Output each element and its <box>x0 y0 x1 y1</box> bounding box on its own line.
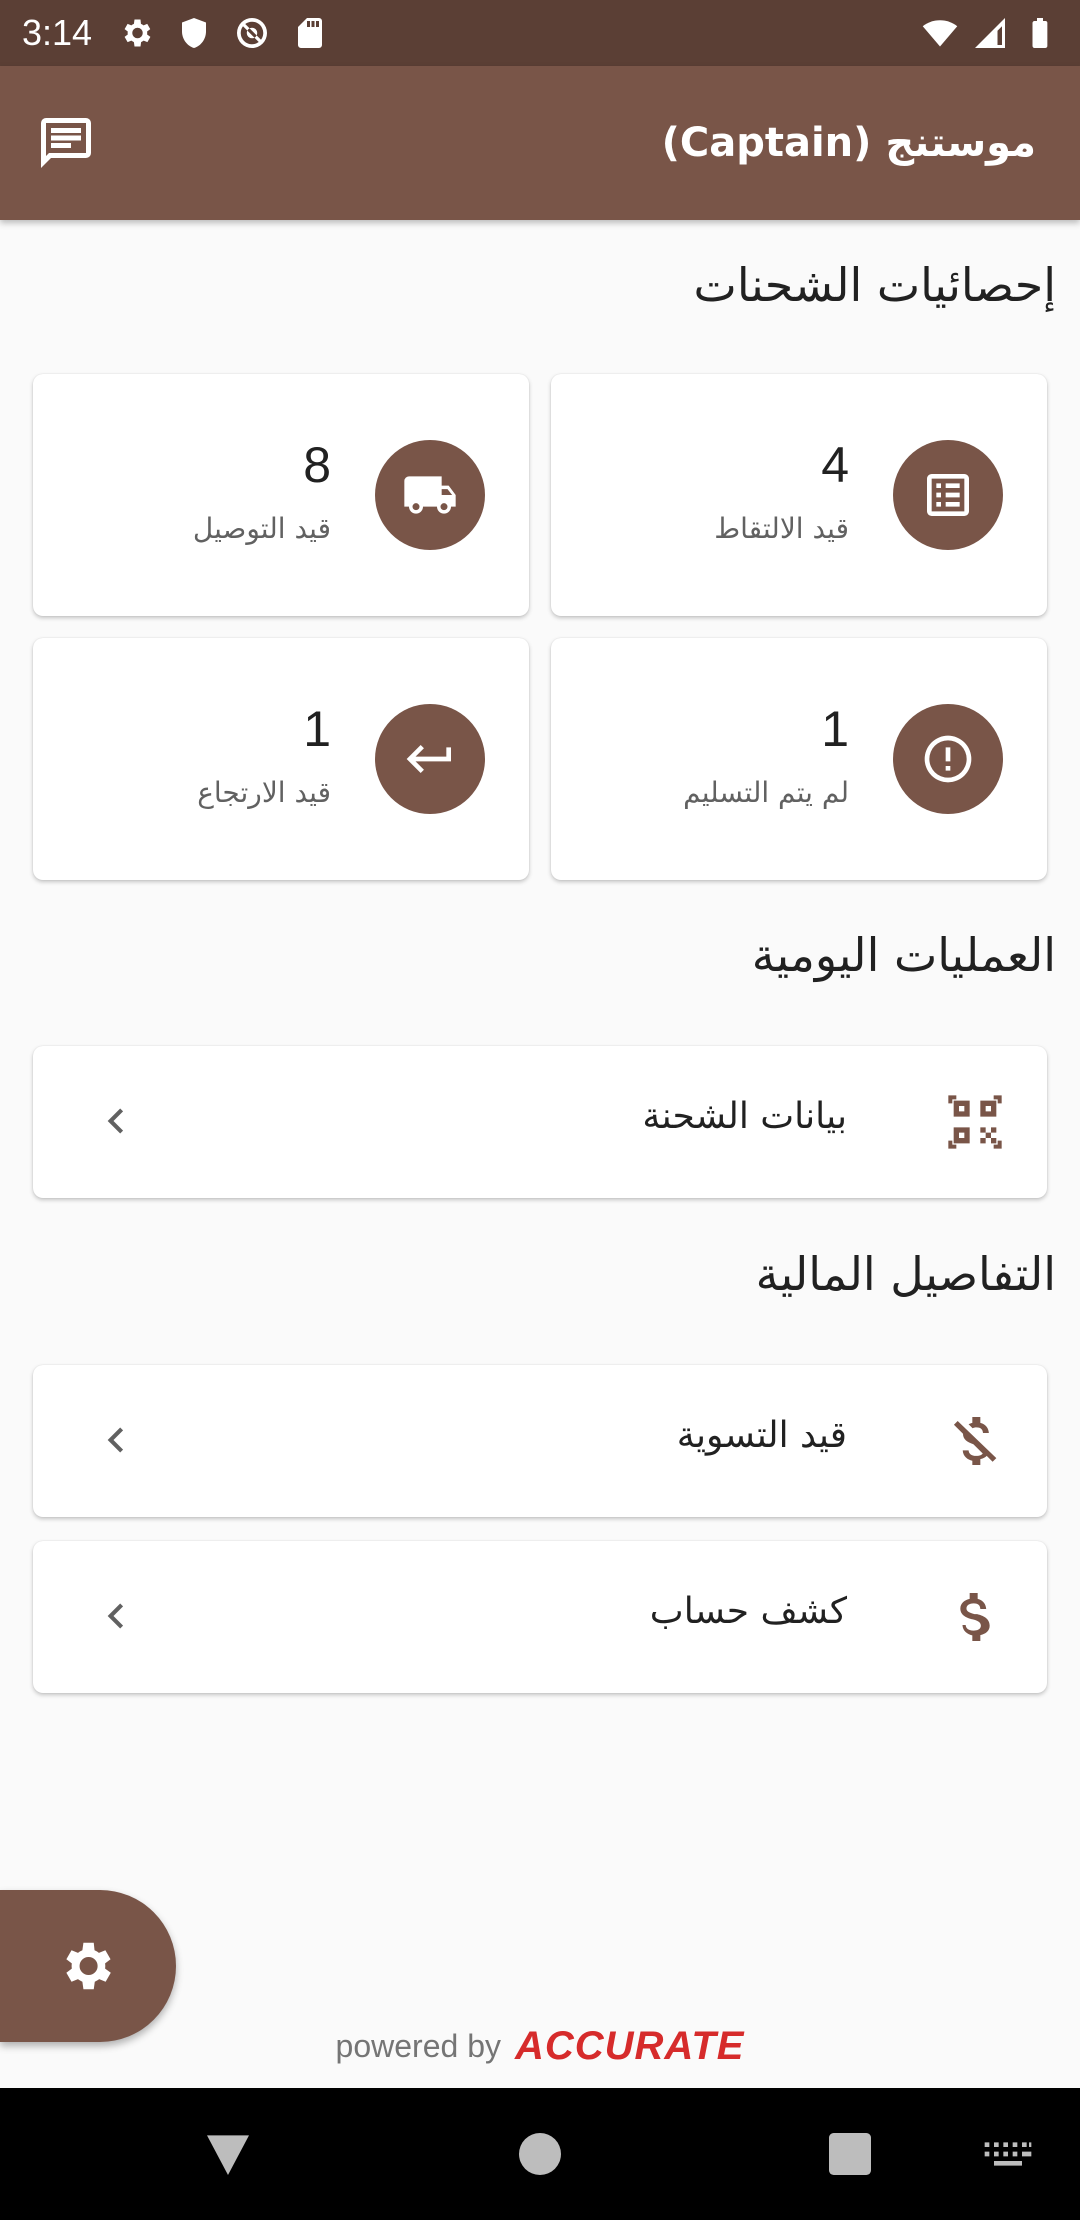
settings-button[interactable] <box>0 1890 176 2042</box>
app-bar: موستنج (Captain) <box>0 66 1080 220</box>
stat-label: قيد الارتجاع <box>197 776 331 809</box>
financial-details-title: التفاصيل المالية <box>755 1247 1056 1301</box>
stat-card-pickup[interactable]: 4 قيد الالتقاط <box>551 374 1047 616</box>
keyboard-icon <box>984 2142 1032 2166</box>
chat-button[interactable] <box>34 111 98 175</box>
stat-card-returning[interactable]: 1 قيد الارتجاع <box>33 638 529 880</box>
qr-code-icon <box>943 1090 1007 1154</box>
chevron-left-icon <box>91 1591 141 1641</box>
status-bar: 3:14 <box>0 0 1080 66</box>
brand-logo: ACCURATE <box>514 2024 745 2068</box>
dollar-off-icon <box>943 1409 1007 1473</box>
shield-icon <box>176 15 212 51</box>
status-icons-right <box>922 15 1058 51</box>
stat-value: 1 <box>821 701 849 757</box>
stat-card-not-delivered[interactable]: 1 لم يتم التسليم <box>551 638 1047 880</box>
row-label: كشف حساب <box>649 1591 847 1632</box>
gear-icon <box>118 15 154 51</box>
back-button[interactable] <box>200 2126 256 2182</box>
stat-label: لم يتم التسليم <box>683 776 849 809</box>
app-title: موستنج (Captain) <box>661 120 1036 166</box>
sd-card-icon <box>292 15 328 51</box>
stat-label: قيد الالتقاط <box>714 512 849 545</box>
recents-button[interactable] <box>822 2126 878 2182</box>
chevron-left-icon <box>91 1415 141 1465</box>
battery-icon <box>1022 15 1058 51</box>
chevron-left-icon <box>91 1096 141 1146</box>
powered-by: powered by ACCURATE <box>0 2024 1080 2069</box>
navigation-bar <box>0 2088 1080 2220</box>
powered-by-text: powered by <box>335 2028 501 2064</box>
back-triangle-icon <box>207 2135 249 2175</box>
stat-value: 1 <box>303 701 331 757</box>
wifi-icon <box>922 15 958 51</box>
stat-value: 4 <box>821 437 849 493</box>
daily-operations-title: العمليات اليومية <box>751 928 1056 982</box>
account-statement-row[interactable]: كشف حساب <box>33 1541 1047 1693</box>
chat-icon <box>41 118 91 168</box>
return-arrow-icon <box>375 704 485 814</box>
recents-square-icon <box>829 2133 871 2175</box>
shipment-data-row[interactable]: بيانات الشحنة <box>33 1046 1047 1198</box>
at-sign-icon <box>234 15 270 51</box>
list-icon <box>893 440 1003 550</box>
stat-label: قيد التوصيل <box>192 512 331 545</box>
alert-circle-icon <box>893 704 1003 814</box>
truck-icon <box>375 440 485 550</box>
cellular-signal-icon <box>972 15 1008 51</box>
shipment-stats-title: إحصائيات الشحنات <box>693 258 1056 312</box>
stat-card-delivery[interactable]: 8 قيد التوصيل <box>33 374 529 616</box>
dollar-icon <box>943 1585 1007 1649</box>
row-label: قيد التسوية <box>676 1415 847 1456</box>
gear-icon <box>66 1942 111 1990</box>
pending-settlement-row[interactable]: قيد التسوية <box>33 1365 1047 1517</box>
stat-value: 8 <box>303 437 331 493</box>
status-time: 3:14 <box>22 12 93 53</box>
status-icons-left <box>118 15 328 51</box>
home-button[interactable] <box>512 2126 568 2182</box>
row-label: بيانات الشحنة <box>642 1096 847 1137</box>
keyboard-button[interactable] <box>980 2126 1036 2182</box>
home-circle-icon <box>519 2133 561 2175</box>
